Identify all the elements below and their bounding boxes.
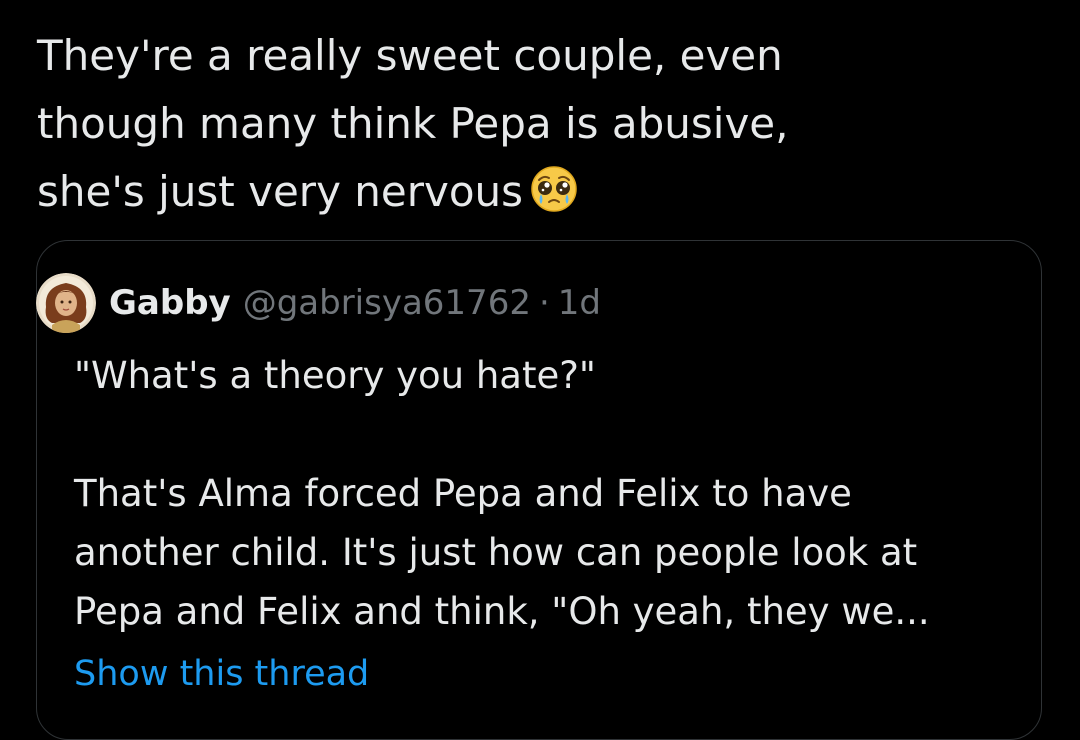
timestamp[interactable]: 1d (558, 283, 601, 323)
pleading-face-icon (531, 166, 577, 212)
quoted-tweet-header: Gabby @gabrisya61762 · 1d (36, 273, 601, 333)
tweet-text-content: They're a really sweet couple, even thou… (37, 31, 789, 216)
avatar[interactable] (36, 273, 96, 333)
author-name[interactable]: Gabby (109, 283, 231, 323)
quoted-tweet-body: "What's a theory you hate?" That's Alma … (74, 354, 930, 633)
separator-dot: · (538, 283, 550, 323)
author-handle[interactable]: @gabrisya61762 (243, 283, 531, 323)
show-thread-link[interactable]: Show this thread (74, 654, 369, 694)
tweet-text: They're a really sweet couple, even thou… (37, 22, 1037, 226)
